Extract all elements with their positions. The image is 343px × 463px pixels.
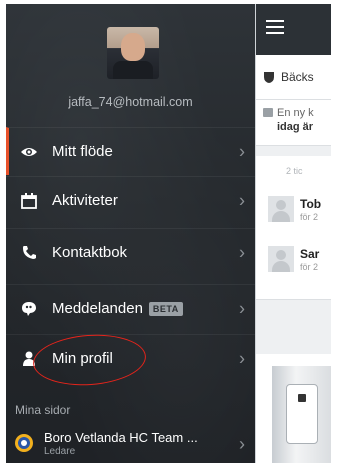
chevron-right-icon: › xyxy=(239,348,245,368)
chevron-right-icon: › xyxy=(239,298,245,318)
avatar[interactable] xyxy=(107,27,159,79)
beta-badge: BETA xyxy=(148,301,183,316)
notice-line-2: idag är xyxy=(277,121,314,133)
notice-line-1: En ny k xyxy=(277,107,314,119)
menu-item-mitt-flode[interactable]: Mitt flöde › xyxy=(6,127,255,175)
profile-email: jaffa_74@hotmail.com xyxy=(68,95,193,109)
person-avatar-icon xyxy=(268,196,294,222)
message-icon xyxy=(263,108,273,117)
hamburger-menu-icon[interactable] xyxy=(266,20,284,38)
person-name: Sar xyxy=(300,247,320,261)
club-header[interactable]: Bäcks xyxy=(256,55,331,100)
person-name: Tob xyxy=(300,197,322,211)
feed-card: 2 tic Tob för 2 Sar för 2 xyxy=(256,156,331,300)
chevron-right-icon: › xyxy=(239,434,245,454)
person-subtitle: för 2 xyxy=(300,262,319,272)
team-logo-icon xyxy=(15,434,33,452)
post-photo[interactable] xyxy=(256,354,331,463)
notice-item[interactable]: En ny k idag är xyxy=(256,100,331,146)
menu-item-kontaktbok[interactable]: Kontaktbok › xyxy=(6,228,255,276)
chat-icon xyxy=(18,298,40,320)
list-item[interactable]: Sar för 2 xyxy=(268,246,328,276)
chevron-right-icon: › xyxy=(239,141,245,161)
menu-item-label: Aktiviteter xyxy=(52,192,118,209)
avatar-face xyxy=(121,33,145,61)
device-detail xyxy=(298,394,306,402)
section-title-mina-sidor: Mina sidor xyxy=(15,403,71,417)
team-role: Ledare xyxy=(44,445,76,457)
menu-item-label: Mitt flöde xyxy=(52,143,113,160)
menu-item-aktiviteter[interactable]: Aktiviteter › xyxy=(6,176,255,224)
list-item[interactable]: Tob för 2 xyxy=(268,196,328,226)
calendar-icon xyxy=(18,190,40,212)
phone-icon xyxy=(18,242,40,264)
main-content: Bäcks En ny k idag är 2 tic Tob för 2 Sa… xyxy=(255,4,331,463)
feed-timestamp: 2 tic xyxy=(286,166,303,176)
menu-item-label: Meddelanden xyxy=(52,300,143,317)
top-bar xyxy=(256,4,331,55)
navigation-drawer: jaffa_74@hotmail.com Mitt flöde › Aktivi… xyxy=(6,4,255,463)
chevron-right-icon: › xyxy=(239,242,245,262)
club-name: Bäcks xyxy=(281,70,314,84)
team-name: Boro Vetlanda HC Team ... xyxy=(44,429,198,445)
chevron-right-icon: › xyxy=(239,190,245,210)
avatar-shirt xyxy=(113,61,153,79)
team-item[interactable]: Boro Vetlanda HC Team ... Ledare › xyxy=(6,422,255,463)
menu-item-meddelanden[interactable]: Meddelanden BETA › xyxy=(6,284,255,332)
person-subtitle: för 2 xyxy=(300,212,319,222)
team-text: Boro Vetlanda HC Team ... Ledare xyxy=(44,430,198,457)
menu-item-label: Kontaktbok xyxy=(52,244,128,261)
person-avatar-icon xyxy=(268,246,294,272)
eye-icon xyxy=(18,141,40,163)
device-image xyxy=(286,384,318,444)
shield-icon xyxy=(264,71,274,83)
